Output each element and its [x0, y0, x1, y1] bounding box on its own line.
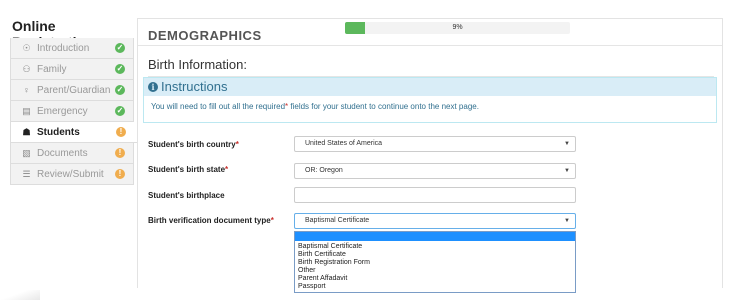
sidebar-item-label: Parent/Guardian: [37, 84, 111, 96]
instructions-text-end: fields for your student to continue onto…: [288, 102, 479, 111]
check-icon: ✓: [115, 106, 125, 116]
page-fold-shadow: [0, 290, 40, 300]
instructions-heading: i Instructions: [144, 78, 716, 96]
birth-country-value: United States of America: [305, 140, 383, 147]
document-icon: ▧: [22, 147, 31, 158]
sidebar-item-students[interactable]: ☗ Students !: [10, 122, 138, 143]
check-icon: ✓: [115, 64, 125, 74]
birth-state-label-text: Student's birth state: [148, 165, 226, 174]
dropdown-option[interactable]: Parent Affadavit: [295, 275, 575, 283]
chevron-down-icon: ▼: [564, 141, 570, 147]
info-icon: i: [148, 82, 158, 92]
verification-doc-value: Baptismal Certificate: [305, 217, 370, 224]
sidebar-item-review-submit[interactable]: ☰ Review/Submit !: [10, 164, 134, 185]
birthplace-input[interactable]: [294, 187, 576, 203]
sidebar-item-emergency[interactable]: ▤ Emergency ✓: [10, 101, 134, 122]
chevron-down-icon: ▼: [564, 168, 570, 174]
sidebar-item-label: Review/Submit: [37, 168, 104, 180]
sidebar-item-label: Documents: [37, 147, 88, 159]
instructions-text-start: You will need to fill out all the requir…: [151, 102, 286, 111]
sidebar-item-label: Introduction: [37, 42, 90, 54]
birth-country-label: Student's birth country*: [148, 140, 239, 149]
user-icon: ♀: [23, 85, 30, 95]
dropdown-option[interactable]: Other: [295, 267, 575, 275]
chevron-down-icon: ▼: [564, 218, 570, 224]
birth-state-select[interactable]: OR: Oregon ▼: [294, 163, 576, 179]
sidebar-item-label: Students: [37, 126, 80, 138]
sidebar-title: Online Registration: [12, 18, 94, 50]
section-title: DEMOGRAPHICS: [148, 28, 262, 43]
required-asterisk: *: [270, 216, 274, 225]
sidebar-item-introduction[interactable]: ☉ Introduction ✓: [10, 38, 134, 59]
dropdown-option[interactable]: Birth Certificate: [295, 251, 575, 259]
lightbulb-icon: ☉: [22, 42, 31, 53]
sidebar-item-label: Family: [37, 63, 67, 75]
dropdown-highlighted-option[interactable]: [295, 232, 575, 241]
sidebar-item-documents[interactable]: ▧ Documents !: [10, 143, 134, 164]
graduation-cap-icon: ☗: [22, 126, 31, 137]
dropdown-option[interactable]: Birth Registration Form: [295, 259, 575, 267]
check-icon: ✓: [115, 43, 125, 53]
divider: [138, 45, 722, 46]
warning-icon: !: [115, 148, 125, 158]
dropdown-option[interactable]: Baptismal Certificate: [295, 243, 575, 251]
birth-state-value: OR: Oregon: [305, 167, 343, 174]
required-asterisk: *: [235, 140, 239, 149]
dropdown-options: Baptismal Certificate Birth Certificate …: [295, 241, 575, 292]
progress-bar: 9%: [345, 22, 570, 34]
birth-country-select[interactable]: United States of America ▼: [294, 136, 576, 152]
list-icon: ☰: [22, 168, 31, 179]
warning-icon: !: [115, 169, 125, 179]
verification-doc-label: Birth verification document type*: [148, 216, 274, 225]
birth-country-label-text: Student's birth country: [148, 140, 236, 149]
birth-information-heading: Birth Information:: [148, 57, 247, 72]
sidebar-item-family[interactable]: ⚇ Family ✓: [10, 59, 134, 80]
id-card-icon: ▤: [22, 105, 31, 116]
sidebar-item-label: Emergency: [37, 105, 88, 117]
check-icon: ✓: [115, 85, 125, 95]
verification-doc-select[interactable]: Baptismal Certificate ▼: [294, 213, 576, 229]
verification-doc-dropdown[interactable]: Baptismal Certificate Birth Certificate …: [294, 231, 576, 293]
dropdown-option[interactable]: Passport: [295, 283, 575, 291]
instructions-title: Instructions: [161, 79, 228, 94]
birth-state-label: Student's birth state*: [148, 165, 228, 174]
verification-doc-label-text: Birth verification document type: [148, 216, 271, 225]
birthplace-label: Student's birthplace: [148, 191, 225, 200]
progress-label: 9%: [452, 24, 463, 31]
instructions-panel: i Instructions You will need to fill out …: [143, 77, 717, 123]
users-icon: ⚇: [22, 63, 31, 74]
sidebar-item-parent-guardian[interactable]: ♀ Parent/Guardian ✓: [10, 80, 134, 101]
required-asterisk: *: [225, 165, 229, 174]
sidebar: Online Registration ☉ Introduction ✓ ⚇ F…: [10, 18, 138, 185]
warning-icon: !: [116, 127, 126, 137]
instructions-text: You will need to fill out all the requir…: [144, 96, 716, 111]
main-panel: DEMOGRAPHICS 9% Birth Information: i Inst…: [137, 18, 723, 293]
